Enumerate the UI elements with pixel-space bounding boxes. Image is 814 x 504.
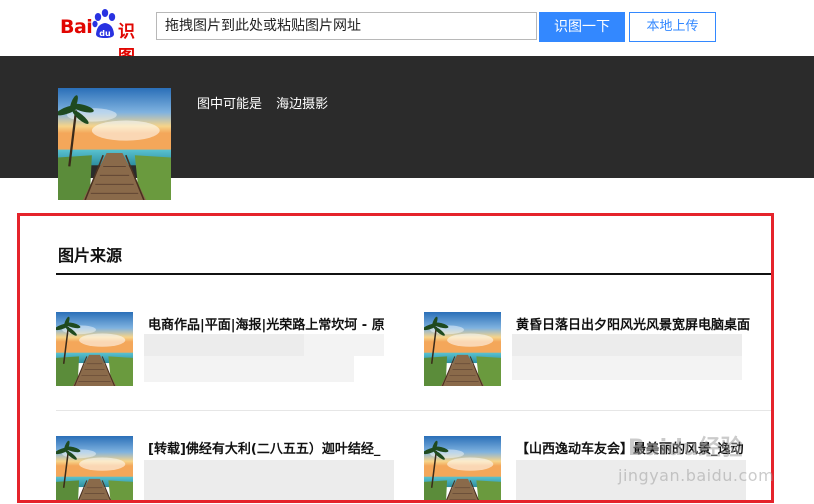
sources-title: 图片来源 xyxy=(58,246,123,265)
image-sources-panel: 图片来源 电商作品|平面|海报|光荣路上常坎坷 - 原 黄昏日落日出夕阳风光风景… xyxy=(17,213,774,503)
source-thumbnail[interactable] xyxy=(424,436,501,503)
source-item[interactable]: 电商作品|平面|海报|光荣路上常坎坷 - 原 xyxy=(56,312,386,392)
source-item[interactable]: 黄昏日落日出夕阳风光风景宽屏电脑桌面 xyxy=(424,312,754,392)
sources-divider xyxy=(56,273,771,275)
source-thumbnail[interactable] xyxy=(424,312,501,386)
source-title[interactable]: 电商作品|平面|海报|光荣路上常坎坷 - 原 xyxy=(148,314,384,333)
image-url-input[interactable]: 拖拽图片到此处或粘贴图片网址 xyxy=(156,12,537,40)
logo-text-du: du xyxy=(99,29,111,38)
blurred-text xyxy=(144,460,394,500)
baidu-shitu-logo[interactable]: Bai du 识图 xyxy=(60,8,150,67)
row-divider xyxy=(56,410,771,411)
source-title[interactable]: 黄昏日落日出夕阳风光风景宽屏电脑桌面 xyxy=(516,314,752,333)
local-upload-button[interactable]: 本地上传 xyxy=(629,12,716,42)
query-image-thumbnail xyxy=(58,88,171,200)
source-item[interactable]: [转载]佛经有大利(二八五五）迦叶结经_ xyxy=(56,436,394,503)
blurred-text xyxy=(144,334,304,356)
source-thumbnail[interactable] xyxy=(56,436,133,503)
blurred-text xyxy=(304,334,384,356)
source-thumbnail[interactable] xyxy=(56,312,133,386)
source-title[interactable]: [转载]佛经有大利(二八五五）迦叶结经_ xyxy=(148,438,384,457)
blurred-text xyxy=(144,356,354,382)
top-bar: Bai du 识图 拖拽图片到此处或粘贴图片网址 识图一下 本地上传 xyxy=(0,0,814,67)
blurred-text xyxy=(516,460,746,500)
source-title[interactable]: 【山西逸动车友会】最美丽的风景_逸动 xyxy=(516,438,752,457)
logo-text-bai: Bai xyxy=(60,16,93,38)
guess-label: 图中可能是 xyxy=(197,97,263,112)
blurred-text xyxy=(512,334,742,356)
blurred-text xyxy=(512,356,742,380)
guess-text: 图中可能是 海边摄影 xyxy=(197,93,328,112)
search-image-button[interactable]: 识图一下 xyxy=(539,12,625,42)
guess-value[interactable]: 海边摄影 xyxy=(276,97,328,112)
source-item[interactable]: 【山西逸动车友会】最美丽的风景_逸动 xyxy=(424,436,754,503)
